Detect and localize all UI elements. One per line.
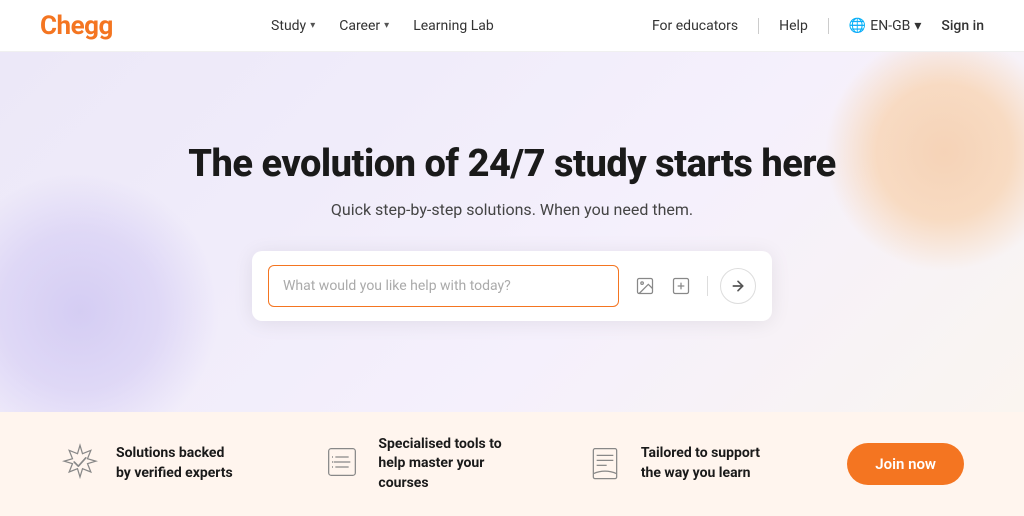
feature-item-learn: Tailored to support the way you learn — [585, 442, 767, 486]
verified-expert-icon — [60, 442, 100, 486]
help-link[interactable]: Help — [779, 18, 808, 34]
learn-icon — [585, 442, 625, 486]
language-selector[interactable]: 🌐 EN-GB ▾ — [849, 18, 922, 34]
nav-career-label: Career — [339, 18, 380, 34]
arrow-right-icon — [730, 278, 746, 294]
feature-learn-text: Tailored to support the way you learn — [641, 444, 767, 483]
feature-tools-text: Specialised tools to help master your co… — [378, 435, 504, 494]
hero-subtitle: Quick step-by-step solutions. When you n… — [331, 200, 693, 219]
nav-study-label: Study — [271, 18, 306, 34]
hero-section: The evolution of 24/7 study starts here … — [0, 52, 1024, 412]
image-upload-button[interactable] — [631, 272, 659, 300]
join-now-button[interactable]: Join now — [847, 443, 964, 485]
for-educators-link[interactable]: For educators — [652, 18, 738, 34]
math-icon — [671, 276, 691, 296]
hero-content: The evolution of 24/7 study starts here … — [188, 143, 835, 322]
nav-learning-lab[interactable]: Learning Lab — [413, 18, 494, 34]
nav-center: Study ▾ Career ▾ Learning Lab — [271, 18, 494, 34]
nav-divider — [758, 18, 759, 34]
blob-right-decoration — [824, 52, 1024, 272]
feature-item-tools: Specialised tools to help master your co… — [322, 435, 504, 494]
nav-divider-2 — [828, 18, 829, 34]
lang-label: EN-GB — [870, 18, 910, 34]
blob-left-decoration — [0, 172, 220, 412]
logo[interactable]: Chegg — [40, 11, 113, 41]
nav-study[interactable]: Study ▾ — [271, 18, 315, 34]
math-input-button[interactable] — [667, 272, 695, 300]
tools-icon — [322, 442, 362, 486]
navbar: Chegg Study ▾ Career ▾ Learning Lab For … — [0, 0, 1024, 52]
nav-learning-label: Learning Lab — [413, 18, 494, 34]
search-box — [252, 251, 772, 321]
nav-right: For educators Help 🌐 EN-GB ▾ Sign in — [652, 18, 984, 34]
chevron-down-icon: ▾ — [384, 20, 389, 31]
chevron-down-icon: ▾ — [310, 20, 315, 31]
search-input[interactable] — [268, 265, 619, 307]
nav-career[interactable]: Career ▾ — [339, 18, 389, 34]
search-icon-group — [631, 272, 695, 300]
search-submit-button[interactable] — [720, 268, 756, 304]
search-divider — [707, 276, 708, 296]
feature-experts-text: Solutions backed by verified experts — [116, 444, 242, 483]
chevron-down-icon: ▾ — [914, 18, 921, 34]
globe-icon: 🌐 — [849, 18, 866, 34]
image-icon — [635, 276, 655, 296]
bottom-banner: Solutions backed by verified experts Spe… — [0, 412, 1024, 516]
feature-item-experts: Solutions backed by verified experts — [60, 442, 242, 486]
hero-title: The evolution of 24/7 study starts here — [188, 143, 835, 187]
sign-in-link[interactable]: Sign in — [941, 18, 984, 34]
